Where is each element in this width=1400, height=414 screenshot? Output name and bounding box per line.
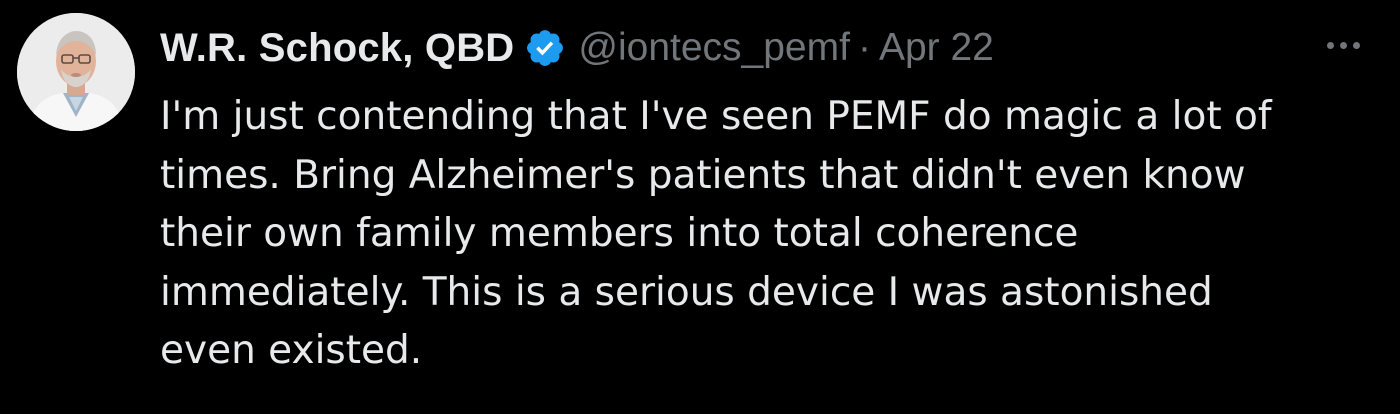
author-display-name[interactable]: W.R. Schock, QBD	[160, 26, 514, 71]
tweet-text-line: immediately. This is a serious device I …	[160, 269, 1213, 315]
tweet-text-line: times. Bring Alzheimer's patients that d…	[160, 152, 1246, 198]
more-dot	[1339, 41, 1347, 49]
tweet-text: I'm just contending that I've seen PEMF …	[160, 88, 1385, 381]
tweet-text-line: even existed.	[160, 328, 423, 373]
avatar-image	[17, 13, 135, 131]
tweet-text-line: their own family members into total cohe…	[160, 211, 1079, 256]
author-handle[interactable]: @iontecs_pemf	[578, 26, 850, 70]
header-separator: ·	[857, 26, 871, 69]
avatar[interactable]	[17, 13, 135, 131]
more-options-icon[interactable]	[1318, 30, 1368, 60]
verified-badge-icon	[524, 27, 566, 69]
tweet-date[interactable]: Apr 22	[879, 26, 994, 70]
tweet-header: W.R. Schock, QBD @iontecs_pemf · Apr 22	[160, 22, 994, 74]
tweet[interactable]: W.R. Schock, QBD @iontecs_pemf · Apr 22 …	[0, 0, 1400, 414]
more-dot	[1352, 41, 1360, 49]
more-dot	[1326, 41, 1334, 49]
tweet-text-line: I'm just contending that I've seen PEMF …	[160, 94, 1272, 139]
